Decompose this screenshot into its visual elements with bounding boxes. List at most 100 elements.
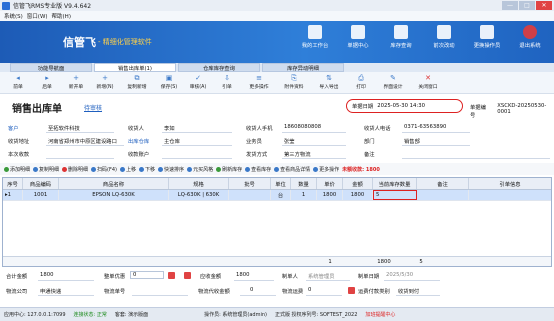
- ship-method-field[interactable]: 第三方物流: [284, 150, 311, 158]
- document-tabs: 功能导航面 销售出库单(1) 仓库库存查询 库存异动明细: [0, 63, 554, 72]
- cod-field[interactable]: 0: [250, 287, 253, 293]
- approve-label: 审核(A): [189, 85, 207, 90]
- cell-amount[interactable]: 1800: [343, 190, 373, 200]
- layout-design-label: 界面设计: [383, 85, 403, 90]
- move-down-button[interactable]: 下移: [139, 166, 155, 173]
- cell-qty[interactable]: 1: [291, 190, 317, 200]
- customer-field[interactable]: 至拓软件科技: [48, 124, 80, 132]
- import-doc-button[interactable]: ⇩ 引单: [213, 73, 241, 93]
- save-button[interactable]: ▣ 保存(S): [155, 73, 183, 93]
- col-code[interactable]: 商品编码: [23, 178, 59, 189]
- prev-doc-button[interactable]: ◂ 前单: [4, 73, 32, 93]
- cell-batch[interactable]: [229, 190, 271, 200]
- approve-button[interactable]: ✓ 审核(A): [184, 73, 212, 93]
- col-stock[interactable]: 当前库存数量: [373, 178, 417, 189]
- cell-code[interactable]: 1001: [23, 190, 59, 200]
- recent-changes-button[interactable]: 前次改动: [426, 25, 462, 49]
- cell-remark[interactable]: [417, 190, 469, 200]
- brand-name: 信管飞: [63, 36, 96, 49]
- col-name[interactable]: 商品名称: [59, 178, 169, 189]
- doc-date-field[interactable]: 单据日期 2025-05-30 14:30: [346, 99, 463, 113]
- freight-pay-field[interactable]: 收货到付: [398, 287, 419, 295]
- calculator-icon[interactable]: [168, 272, 175, 279]
- view-stock-button[interactable]: 查看库存: [245, 166, 271, 173]
- design-icon: ✎: [390, 74, 396, 82]
- move-up-button[interactable]: 上移: [120, 166, 136, 173]
- new-doc-button[interactable]: + 新开单: [62, 73, 90, 93]
- close-button[interactable]: ✕: [536, 1, 552, 10]
- switch-operator-button[interactable]: 更换操作员: [469, 25, 505, 49]
- menu-system[interactable]: 系统(S): [4, 12, 23, 20]
- col-price[interactable]: 单价: [317, 178, 343, 189]
- warehouse-field[interactable]: 主仓库: [164, 137, 180, 145]
- logistics-field[interactable]: 申通快递: [40, 287, 61, 295]
- maximize-button[interactable]: □: [519, 1, 535, 10]
- receiver-field[interactable]: 李如: [164, 124, 175, 132]
- col-seq[interactable]: 序号: [3, 178, 23, 189]
- help-center-link[interactable]: 加班提醒中心: [365, 311, 395, 318]
- copy-icon: ⧉: [134, 74, 140, 82]
- copy-add-button[interactable]: ⧉ 复制新增: [120, 73, 154, 93]
- clear-icon[interactable]: [184, 272, 191, 279]
- col-remark[interactable]: 备注: [417, 178, 469, 189]
- freight-field[interactable]: 0: [308, 287, 311, 293]
- cell-price[interactable]: 1800: [317, 190, 343, 200]
- doc-date-value: 2025-05-30 14:30: [377, 103, 425, 109]
- copy-detail-button[interactable]: 复制明细: [33, 166, 59, 173]
- prev-icon: ◂: [16, 74, 20, 82]
- add-button[interactable]: + 新增(N): [91, 73, 119, 93]
- delete-detail-button[interactable]: 删除明细: [62, 166, 88, 173]
- style-button[interactable]: 元买风格: [187, 166, 213, 173]
- more-ops-button[interactable]: ≡ 更多操作: [242, 73, 276, 93]
- layout-design-button[interactable]: ✎ 界面设计: [376, 73, 410, 93]
- scan-button[interactable]: 扫码(F4): [91, 166, 117, 173]
- dept-field[interactable]: 销售部: [404, 137, 420, 145]
- document-center-button[interactable]: 单据中心: [340, 25, 376, 49]
- attachments-button[interactable]: ⎘ 附件资料: [277, 73, 311, 93]
- exit-system-button[interactable]: 退出系统: [512, 25, 548, 49]
- col-batch[interactable]: 批号: [229, 178, 271, 189]
- tab-stock-changes[interactable]: 库存异动明细: [262, 63, 344, 72]
- refresh-stock-button[interactable]: 刷新库存: [216, 166, 242, 173]
- documents-icon: [351, 25, 365, 39]
- address-field[interactable]: 河南省郑州市中原区建设路口: [48, 137, 117, 145]
- workbench-button[interactable]: 我的工作台: [297, 25, 333, 49]
- close-window-button[interactable]: ✕ 关闭窗口: [411, 73, 445, 93]
- table-row[interactable]: ▸ 1 1001 EPSON LQ-630K LQ-630K | 630K 台 …: [3, 190, 551, 201]
- import-export-button[interactable]: ⇅ 导入导出: [312, 73, 346, 93]
- freight-calc-icon[interactable]: [348, 287, 355, 294]
- minimize-button[interactable]: —: [502, 1, 518, 10]
- view-product-button[interactable]: 查看商品详情: [274, 166, 310, 173]
- more-detail-ops-button[interactable]: 更多操作: [313, 166, 339, 173]
- warehouse-label[interactable]: 出库仓库: [128, 137, 149, 145]
- col-qty[interactable]: 数量: [291, 178, 317, 189]
- cell-spec[interactable]: LQ-630K | 630K: [169, 190, 229, 200]
- salesman-field[interactable]: 张莹: [284, 137, 295, 145]
- stock-query-button[interactable]: 库存查询: [383, 25, 419, 49]
- menu-window[interactable]: 窗口(W): [27, 12, 48, 20]
- receiver-tel-field[interactable]: 0371-63563890: [404, 124, 446, 130]
- tab-sales-outbound[interactable]: 销售出库单(1): [94, 63, 176, 72]
- attachment-icon: ⎘: [291, 74, 297, 82]
- doc-number-value[interactable]: XSCKD-20250530-0001: [497, 103, 554, 119]
- col-ref[interactable]: 引单信息: [469, 178, 551, 189]
- menu-help[interactable]: 帮助(H): [52, 12, 71, 20]
- cell-name[interactable]: EPSON LQ-630K: [59, 190, 169, 200]
- discount-input[interactable]: 0: [130, 271, 164, 279]
- cell-ref[interactable]: [469, 190, 551, 200]
- col-amount[interactable]: 金额: [343, 178, 373, 189]
- customer-label[interactable]: 客户: [8, 124, 19, 132]
- next-doc-label: 后单: [42, 85, 52, 90]
- col-unit[interactable]: 单位: [271, 178, 291, 189]
- cell-stock[interactable]: 5: [373, 190, 417, 200]
- tab-stock-query[interactable]: 仓库库存查询: [178, 63, 260, 72]
- print-button[interactable]: ⎙ 打印: [347, 73, 375, 93]
- tab-navigation[interactable]: 功能导航面: [10, 63, 92, 72]
- next-doc-button[interactable]: ▸ 后单: [33, 73, 61, 93]
- creator-label: 制单人: [282, 274, 298, 280]
- receiver-phone-field[interactable]: 18608080808: [284, 124, 321, 130]
- col-spec[interactable]: 规格: [169, 178, 229, 189]
- quick-sort-button[interactable]: 快速排序: [158, 166, 184, 173]
- add-detail-button[interactable]: 添加明细: [4, 166, 30, 173]
- cell-unit[interactable]: 台: [271, 190, 291, 200]
